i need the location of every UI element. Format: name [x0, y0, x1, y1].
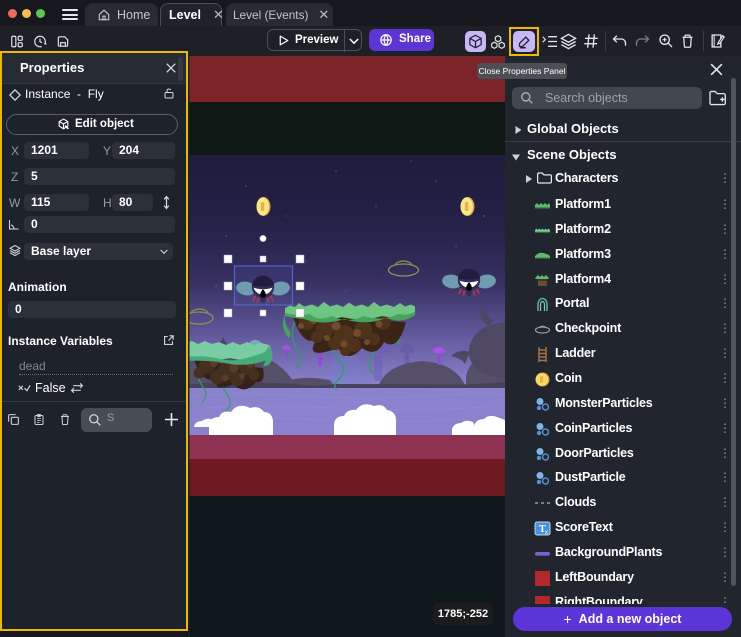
svg-text:x: x	[545, 530, 548, 536]
